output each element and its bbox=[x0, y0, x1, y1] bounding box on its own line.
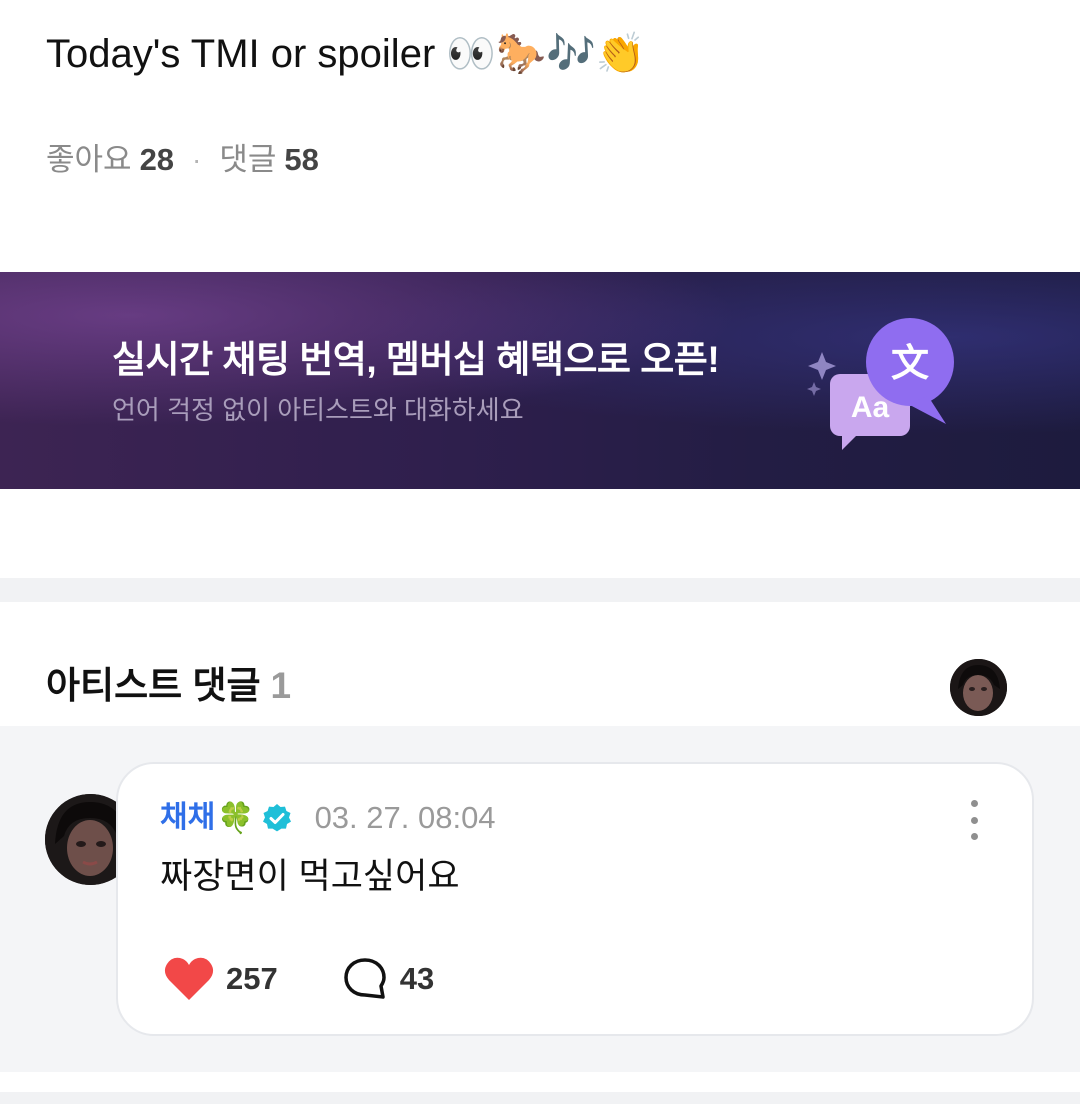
heart-icon bbox=[164, 957, 214, 1000]
like-count: 257 bbox=[226, 961, 278, 996]
post-page: Today's TMI or spoiler 👀🐎🎶👏 좋아요 28 · 댓글 … bbox=[0, 0, 1080, 1104]
reply-count: 43 bbox=[399, 961, 435, 996]
more-dot-icon bbox=[970, 833, 978, 840]
translate-bubbles-icon: Aa 文 bbox=[807, 318, 954, 450]
section-divider bbox=[0, 578, 1080, 602]
likes-label: 좋아요 bbox=[46, 142, 132, 177]
artist-comment-card[interactable]: 채채 🍀 03. 27. 08:04 짜장면이 먹고싶어요 257 43 bbox=[116, 762, 1034, 1036]
post-title: Today's TMI or spoiler 👀🐎🎶👏 bbox=[46, 32, 646, 76]
artist-comments-heading: 아티스트 댓글 1 bbox=[46, 662, 291, 710]
verified-badge-icon bbox=[262, 804, 291, 832]
membership-translation-banner[interactable]: 실시간 채팅 번역, 멤버십 혜택으로 오픈! 언어 걱정 없이 아티스트와 대… bbox=[0, 272, 1080, 489]
comment-timestamp: 03. 27. 08:04 bbox=[314, 800, 496, 835]
sparkle-icon bbox=[808, 352, 836, 380]
banner-glyph-main: 文 bbox=[891, 341, 929, 385]
section-divider-bottom bbox=[0, 1072, 1080, 1104]
post-stats: 좋아요 28 · 댓글 58 bbox=[46, 140, 319, 180]
banner-subtitle: 언어 걱정 없이 아티스트와 대화하세요 bbox=[112, 395, 524, 425]
comment-author-name[interactable]: 채채 bbox=[160, 798, 215, 838]
like-button[interactable]: 257 bbox=[164, 956, 278, 1002]
more-dot-icon bbox=[970, 800, 978, 807]
artist-comments-count: 1 bbox=[270, 665, 292, 706]
comment-reactions: 257 43 bbox=[164, 956, 498, 1002]
comments-count[interactable]: 58 bbox=[284, 140, 318, 180]
more-options-button[interactable] bbox=[964, 800, 984, 840]
speech-bubble-icon bbox=[343, 958, 386, 999]
reply-button[interactable]: 43 bbox=[342, 956, 434, 1002]
artist-avatar[interactable] bbox=[950, 659, 1007, 716]
likes-count: 28 bbox=[139, 142, 175, 177]
avatar-photo bbox=[950, 659, 1007, 716]
comment-text: 짜장면이 먹고싶어요 bbox=[160, 857, 460, 896]
stats-separator: · bbox=[192, 144, 202, 175]
more-dot-icon bbox=[970, 816, 978, 824]
author-emoji: 🍀 bbox=[217, 801, 255, 835]
sparkle-small-icon bbox=[807, 382, 821, 396]
artist-comments-title: 아티스트 댓글 bbox=[46, 665, 261, 706]
banner-title: 실시간 채팅 번역, 멤버십 혜택으로 오픈! bbox=[112, 339, 720, 380]
comment-author-row: 채채 🍀 03. 27. 08:04 bbox=[160, 798, 496, 838]
comments-label[interactable]: 댓글 bbox=[219, 140, 276, 180]
